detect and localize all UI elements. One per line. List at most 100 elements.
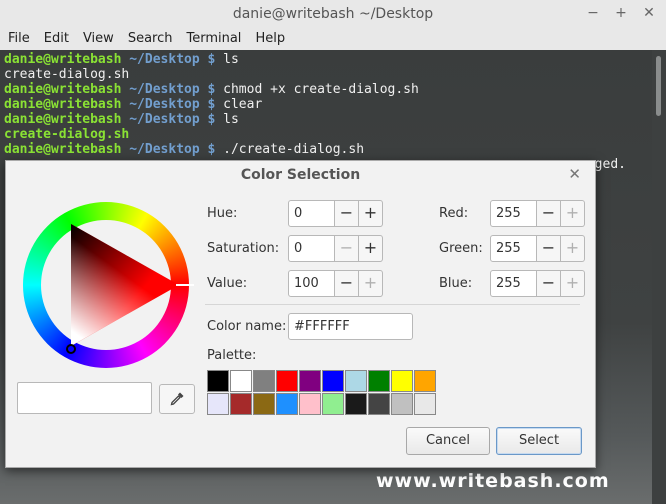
saturation-input[interactable]: 0 [288, 235, 335, 262]
palette-swatch[interactable] [345, 393, 367, 415]
hue-label: Hue: [207, 206, 238, 221]
menu-view[interactable]: View [75, 28, 120, 50]
prompt-user: danie@writebash [4, 82, 122, 97]
palette-swatch[interactable] [368, 370, 390, 392]
prompt-user: danie@writebash [4, 142, 122, 157]
palette-swatch[interactable] [253, 393, 275, 415]
green-plus-button[interactable]: + [561, 235, 585, 262]
terminal-line: danie@writebash ~/Desktop $ ./create-dia… [4, 142, 648, 157]
saturation-minus-button[interactable]: − [335, 235, 359, 262]
value-plus-button[interactable]: + [359, 270, 383, 297]
palette-grid [207, 370, 436, 415]
hue-minus-button[interactable]: − [335, 200, 359, 227]
color-name-input[interactable]: #FFFFFF [288, 313, 413, 340]
terminal-command: ls [223, 112, 239, 127]
palette-swatch[interactable] [230, 370, 252, 392]
color-name-label: Color name: [207, 319, 287, 334]
terminal-line: danie@writebash ~/Desktop $ ls [4, 112, 648, 127]
watermark: www.writebash.com [376, 470, 610, 492]
red-spinner: 255 − + [490, 200, 585, 227]
terminal-scrollbar[interactable] [652, 50, 666, 504]
color-preview-swatch [17, 382, 152, 414]
palette-swatch[interactable] [276, 393, 298, 415]
cancel-button[interactable]: Cancel [406, 427, 490, 455]
palette-swatch[interactable] [368, 393, 390, 415]
dialog-separator [205, 304, 580, 305]
prompt-user: danie@writebash [4, 112, 122, 127]
color-selection-dialog: Color Selection ✕ Hue: 0 − + Saturation:… [5, 160, 596, 468]
palette-swatch[interactable] [299, 393, 321, 415]
palette-swatch[interactable] [414, 393, 436, 415]
red-plus-button[interactable]: + [561, 200, 585, 227]
menu-bar: File Edit View Search Terminal Help [0, 28, 666, 50]
palette-swatch[interactable] [391, 393, 413, 415]
palette-swatch[interactable] [207, 370, 229, 392]
blue-input[interactable]: 255 [490, 270, 537, 297]
green-spinner: 255 − + [490, 235, 585, 262]
saturation-plus-button[interactable]: + [359, 235, 383, 262]
prompt-path: ~/Desktop $ [121, 142, 224, 157]
select-button[interactable]: Select [496, 427, 582, 455]
green-input[interactable]: 255 [490, 235, 537, 262]
menu-help[interactable]: Help [247, 28, 291, 50]
hue-spinner: 0 − + [288, 200, 383, 227]
terminal-command: ./create-dialog.sh [223, 142, 365, 157]
palette-swatch[interactable] [207, 393, 229, 415]
prompt-path: ~/Desktop $ [121, 112, 224, 127]
terminal-line: create-dialog.sh [4, 67, 648, 82]
palette-swatch[interactable] [276, 370, 298, 392]
palette-swatch[interactable] [391, 370, 413, 392]
minimize-button[interactable]: − [586, 4, 600, 22]
palette-swatch[interactable] [230, 393, 252, 415]
eyedropper-icon [170, 392, 184, 406]
blue-spinner: 255 − + [490, 270, 585, 297]
menu-file[interactable]: File [0, 28, 36, 50]
menu-terminal[interactable]: Terminal [178, 28, 247, 50]
blue-label: Blue: [439, 276, 473, 291]
red-input[interactable]: 255 [490, 200, 537, 227]
window-title: danie@writebash ~/Desktop [232, 6, 434, 22]
saturation-spinner: 0 − + [288, 235, 383, 262]
menu-edit[interactable]: Edit [36, 28, 75, 50]
value-minus-button[interactable]: − [335, 270, 359, 297]
prompt-path: ~/Desktop $ [121, 52, 224, 67]
terminal-line: danie@writebash ~/Desktop $ chmod +x cre… [4, 82, 648, 97]
value-label: Value: [207, 276, 248, 291]
dialog-close-icon[interactable]: ✕ [568, 165, 581, 183]
blue-plus-button[interactable]: + [561, 270, 585, 297]
terminal-command: clear [223, 97, 263, 112]
window-titlebar[interactable]: danie@writebash ~/Desktop − + ✕ [0, 0, 666, 29]
palette-swatch[interactable] [322, 370, 344, 392]
prompt-path: ~/Desktop $ [121, 82, 224, 97]
red-minus-button[interactable]: − [537, 200, 561, 227]
prompt-user: danie@writebash [4, 97, 122, 112]
value-spinner: 100 − + [288, 270, 383, 297]
palette-swatch[interactable] [414, 370, 436, 392]
green-minus-button[interactable]: − [537, 235, 561, 262]
color-wheel[interactable] [18, 197, 194, 373]
terminal-command: chmod +x create-dialog.sh [223, 82, 419, 97]
blue-minus-button[interactable]: − [537, 270, 561, 297]
maximize-button[interactable]: + [614, 4, 628, 22]
value-input[interactable]: 100 [288, 270, 335, 297]
prompt-user: danie@writebash [4, 52, 122, 67]
terminal-line: danie@writebash ~/Desktop $ clear [4, 97, 648, 112]
close-window-button[interactable]: ✕ [642, 4, 656, 22]
palette-label: Palette: [207, 348, 257, 363]
hue-plus-button[interactable]: + [359, 200, 383, 227]
menu-search[interactable]: Search [120, 28, 179, 50]
terminal-file-name: create-dialog.sh [4, 127, 130, 142]
red-label: Red: [439, 206, 469, 221]
palette-swatch[interactable] [322, 393, 344, 415]
terminal-line: create-dialog.sh [4, 127, 648, 142]
prompt-path: ~/Desktop $ [121, 97, 224, 112]
palette-swatch[interactable] [299, 370, 321, 392]
terminal-output-text: create-dialog.sh [4, 67, 130, 82]
scrollbar-thumb[interactable] [656, 56, 661, 116]
terminal-command: ls [223, 52, 239, 67]
eyedropper-button[interactable] [159, 384, 195, 414]
palette-swatch[interactable] [253, 370, 275, 392]
palette-swatch[interactable] [345, 370, 367, 392]
hue-input[interactable]: 0 [288, 200, 335, 227]
green-label: Green: [439, 241, 483, 256]
